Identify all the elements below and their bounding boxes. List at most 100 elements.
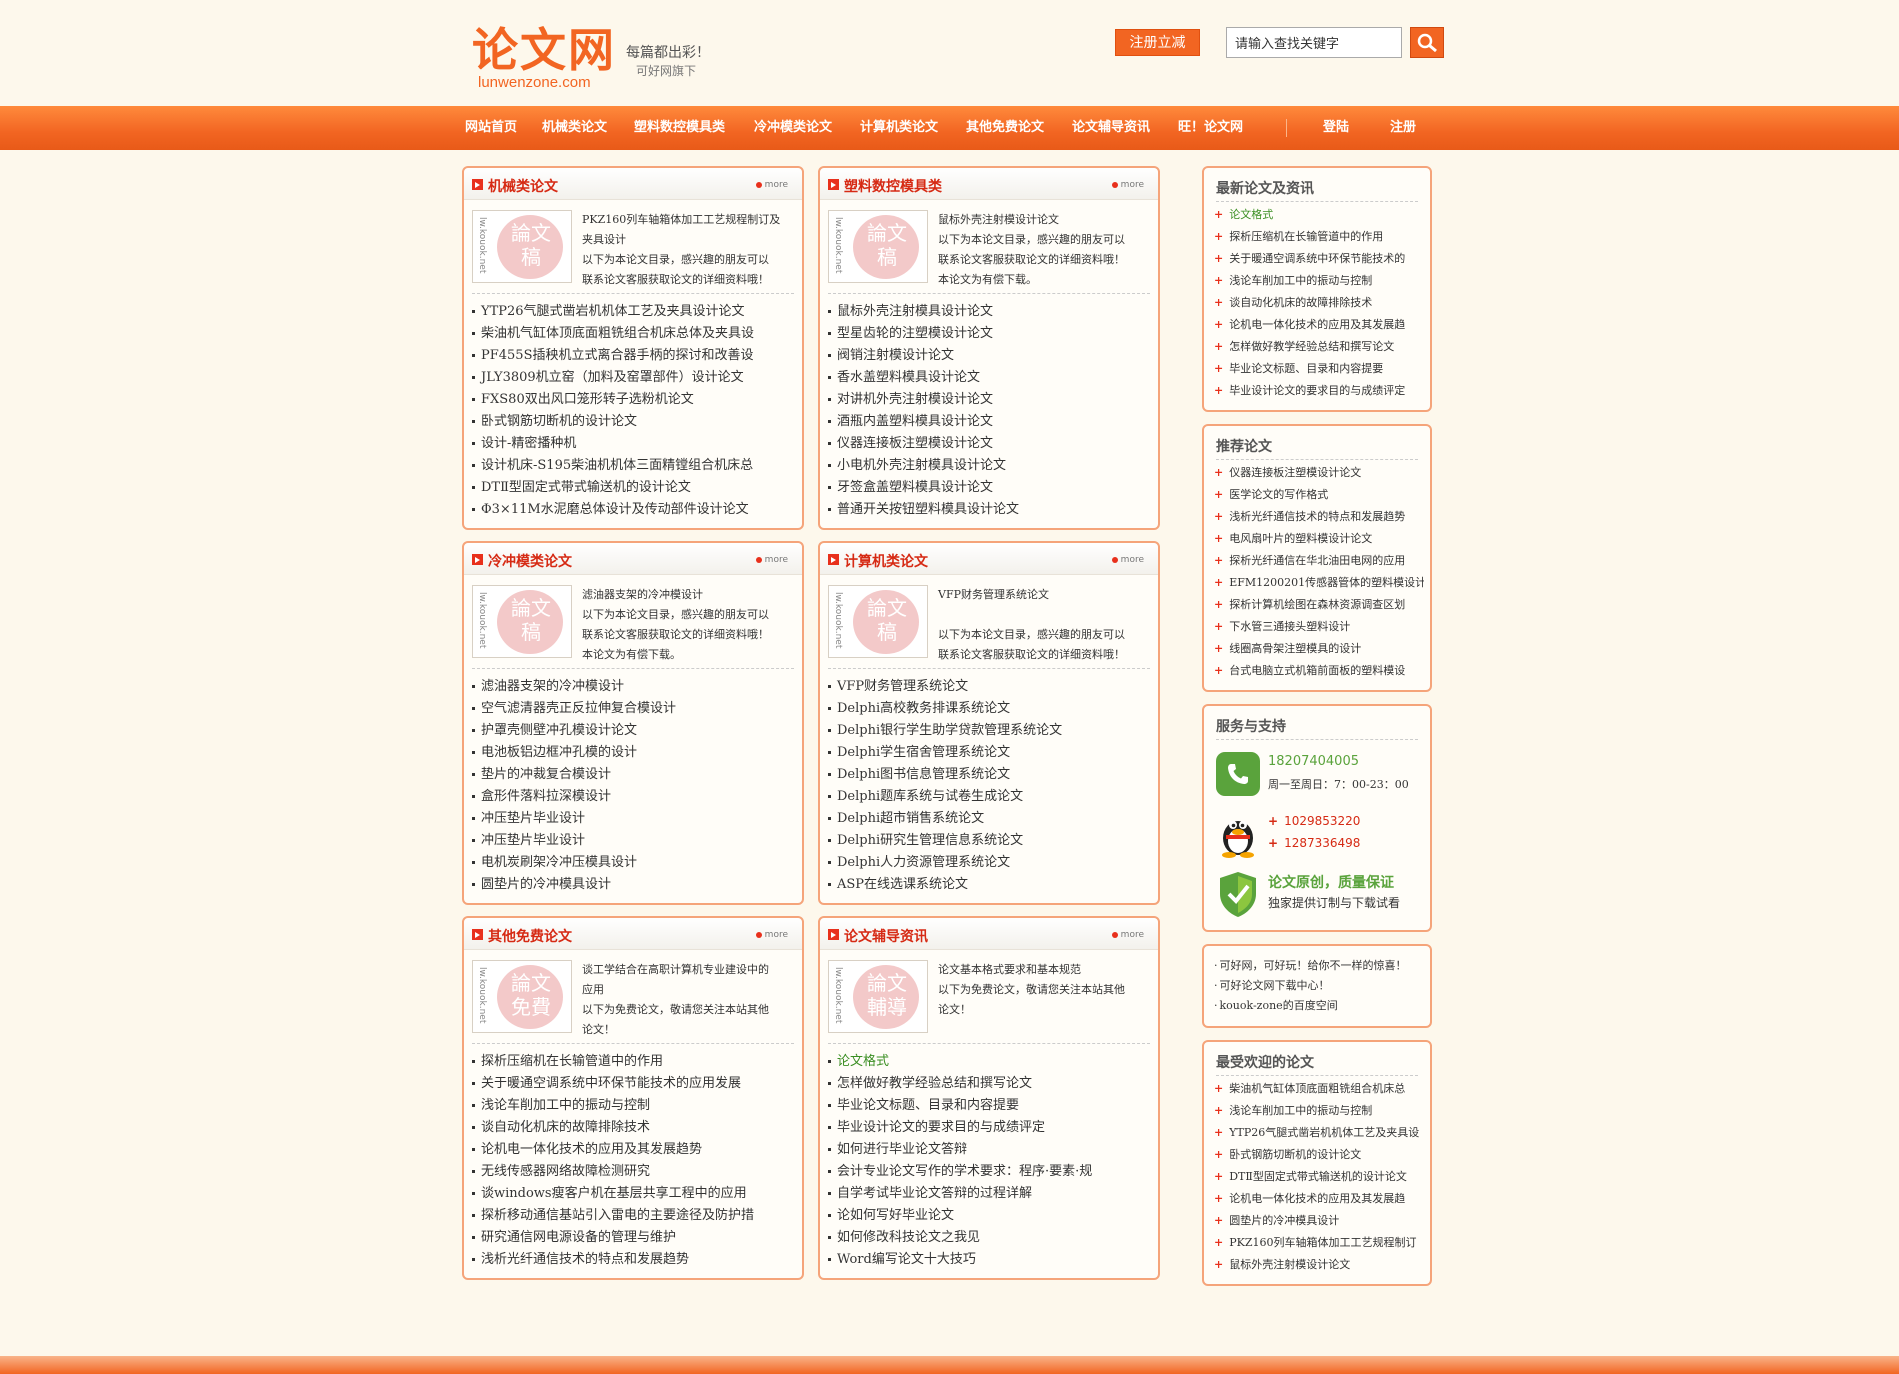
list-item[interactable]: 空气滤清器壳正反拉伸复合模设计 bbox=[472, 698, 798, 720]
list-item[interactable]: 型星齿轮的注塑模设计论文 bbox=[828, 323, 1154, 345]
link-item[interactable]: kouok-zone的百度空间 bbox=[1214, 996, 1407, 1016]
list-item[interactable]: 电机炭刷架冷冲压模具设计 bbox=[472, 852, 798, 874]
list-item[interactable]: 鼠标外壳注射模具设计论文 bbox=[828, 301, 1154, 323]
section-title[interactable]: 其他免费论文 bbox=[488, 926, 572, 946]
section-title[interactable]: 冷冲模类论文 bbox=[488, 551, 572, 571]
link-item[interactable]: 可好论文网下载中心！ bbox=[1214, 976, 1407, 996]
nav-plastic-mold[interactable]: 塑料数控模具类 bbox=[634, 106, 725, 150]
site-logo[interactable]: 论文网 lunwenzone.com bbox=[470, 24, 620, 92]
list-item[interactable]: 酒瓶内盖塑料模具设计论文 bbox=[828, 411, 1154, 433]
list-item[interactable]: PF455S插秧机立式离合器手柄的探讨和改善设 bbox=[472, 345, 798, 367]
more-link[interactable]: more bbox=[756, 180, 788, 190]
list-item[interactable]: 论如何写好毕业论文 bbox=[828, 1205, 1154, 1227]
search-input[interactable] bbox=[1226, 27, 1402, 58]
list-item[interactable]: Delphi图书信息管理系统论文 bbox=[828, 764, 1154, 786]
list-item[interactable]: YTP26气腿式凿岩机机体工艺及夹具设 bbox=[1214, 1122, 1424, 1144]
list-item[interactable]: 冲压垫片毕业设计 bbox=[472, 808, 798, 830]
list-item[interactable]: Delphi人力资源管理系统论文 bbox=[828, 852, 1154, 874]
list-item[interactable]: FXS80双出风口笼形转子选粉机论文 bbox=[472, 389, 798, 411]
list-item[interactable]: 怎样做好教学经验总结和撰写论文 bbox=[1214, 336, 1424, 358]
link-item[interactable]: 可好网，可好玩！给你不一样的惊喜！ bbox=[1214, 956, 1407, 976]
list-item[interactable]: 关于暖通空调系统中环保节能技术的应用发展 bbox=[472, 1073, 798, 1095]
nav-home[interactable]: 网站首页 bbox=[465, 106, 517, 150]
list-item[interactable]: 浅论车削加工中的振动与控制 bbox=[472, 1095, 798, 1117]
list-item[interactable]: DTⅡ型固定式带式输送机的设计论文 bbox=[472, 477, 798, 499]
qq-number-1[interactable]: 1029853220 bbox=[1268, 814, 1360, 828]
list-item[interactable]: 医学论文的写作格式 bbox=[1214, 484, 1424, 506]
list-item[interactable]: 香水盖塑料模具设计论文 bbox=[828, 367, 1154, 389]
more-link[interactable]: more bbox=[756, 930, 788, 940]
list-item[interactable]: Word编写论文十大技巧 bbox=[828, 1249, 1154, 1271]
more-link[interactable]: more bbox=[756, 555, 788, 565]
list-item[interactable]: 下水管三通接头塑料设计 bbox=[1214, 616, 1424, 638]
list-item[interactable]: 线圈高骨架注塑模具的设计 bbox=[1214, 638, 1424, 660]
list-item[interactable]: 普通开关按钮塑料模具设计论文 bbox=[828, 499, 1154, 521]
list-item[interactable]: 垫片的冲裁复合模设计 bbox=[472, 764, 798, 786]
list-item[interactable]: 无线传感器网络故障检测研究 bbox=[472, 1161, 798, 1183]
register-button[interactable]: 注册立减 bbox=[1115, 29, 1200, 56]
list-item[interactable]: 谈自动化机床的故障排除技术 bbox=[472, 1117, 798, 1139]
list-item[interactable]: 牙签盒盖塑料模具设计论文 bbox=[828, 477, 1154, 499]
list-item[interactable]: 探析压缩机在长输管道中的作用 bbox=[472, 1051, 798, 1073]
list-item[interactable]: 探析光纤通信在华北油田电网的应用 bbox=[1214, 550, 1424, 572]
section-title[interactable]: 机械类论文 bbox=[488, 176, 558, 196]
list-item[interactable]: 电池板铝边框冲孔模的设计 bbox=[472, 742, 798, 764]
thumbnail[interactable]: 論文稿 lw.kouok.net bbox=[472, 585, 572, 658]
list-item[interactable]: 柴油机气缸体顶底面粗铣组合机床总体及夹具设 bbox=[472, 323, 798, 345]
list-item[interactable]: 盒形件落料拉深模设计 bbox=[472, 786, 798, 808]
section-title[interactable]: 塑料数控模具类 bbox=[844, 176, 942, 196]
list-item[interactable]: 浅论车削加工中的振动与控制 bbox=[1214, 270, 1424, 292]
list-item[interactable]: YTP26气腿式凿岩机机体工艺及夹具设计论文 bbox=[472, 301, 798, 323]
list-item[interactable]: 怎样做好教学经验总结和撰写论文 bbox=[828, 1073, 1154, 1095]
nav-computer[interactable]: 计算机类论文 bbox=[860, 106, 938, 150]
list-item[interactable]: 滤油器支架的冷冲模设计 bbox=[472, 676, 798, 698]
list-item[interactable]: JLY3809机立窑（加料及窑罩部件）设计论文 bbox=[472, 367, 798, 389]
thumbnail[interactable]: 論文稿 lw.kouok.net bbox=[472, 210, 572, 283]
list-item[interactable]: 毕业设计论文的要求目的与成绩评定 bbox=[1214, 380, 1424, 402]
list-item[interactable]: 研究通信网电源设备的管理与维护 bbox=[472, 1227, 798, 1249]
list-item[interactable]: 探析移动通信基站引入雷电的主要途径及防护措 bbox=[472, 1205, 798, 1227]
list-item[interactable]: 探析压缩机在长输管道中的作用 bbox=[1214, 226, 1424, 248]
search-button[interactable] bbox=[1410, 27, 1444, 58]
list-item[interactable]: 小电机外壳注射模具设计论文 bbox=[828, 455, 1154, 477]
list-item[interactable]: Delphi高校教务排课系统论文 bbox=[828, 698, 1154, 720]
list-item[interactable]: 圆垫片的冷冲模具设计 bbox=[472, 874, 798, 896]
list-item[interactable]: VFP财务管理系统论文 bbox=[828, 676, 1154, 698]
more-link[interactable]: more bbox=[1112, 930, 1144, 940]
list-item[interactable]: 电风扇叶片的塑料模设计论文 bbox=[1214, 528, 1424, 550]
nav-stamping[interactable]: 冷冲模类论文 bbox=[754, 106, 832, 150]
list-item[interactable]: 如何进行毕业论文答辩 bbox=[828, 1139, 1154, 1161]
list-item[interactable]: 台式电脑立式机箱前面板的塑料模设 bbox=[1214, 660, 1424, 682]
list-item[interactable]: Φ3×11M水泥磨总体设计及传动部件设计论文 bbox=[472, 499, 798, 521]
thumbnail[interactable]: 論文免費 lw.kouok.net bbox=[472, 960, 572, 1033]
list-item[interactable]: 如何修改科技论文之我见 bbox=[828, 1227, 1154, 1249]
list-item[interactable]: 论文格式 bbox=[828, 1051, 1154, 1073]
thumbnail[interactable]: 論文輔導 lw.kouok.net bbox=[828, 960, 928, 1033]
thumbnail[interactable]: 論文稿 lw.kouok.net bbox=[828, 585, 928, 658]
list-item[interactable]: Delphi学生宿舍管理系统论文 bbox=[828, 742, 1154, 764]
nav-mechanical[interactable]: 机械类论文 bbox=[542, 106, 607, 150]
list-item[interactable]: Delphi超市销售系统论文 bbox=[828, 808, 1154, 830]
list-item[interactable]: 毕业论文标题、目录和内容提要 bbox=[828, 1095, 1154, 1117]
list-item[interactable]: EFM1200201传感器管体的塑料模设计 bbox=[1214, 572, 1424, 594]
qq-number-2[interactable]: 1287336498 bbox=[1268, 836, 1360, 850]
more-link[interactable]: more bbox=[1112, 180, 1144, 190]
list-item[interactable]: 圆垫片的冷冲模具设计 bbox=[1214, 1210, 1424, 1232]
desc-line[interactable]: 鼠标外壳注射模设计论文 bbox=[938, 210, 1148, 230]
more-link[interactable]: more bbox=[1112, 555, 1144, 565]
nav-guidance[interactable]: 论文辅导资讯 bbox=[1072, 106, 1150, 150]
list-item[interactable]: 自学考试毕业论文答辩的过程详解 bbox=[828, 1183, 1154, 1205]
thumbnail[interactable]: 論文稿 lw.kouok.net bbox=[828, 210, 928, 283]
list-item[interactable]: 设计-精密播种机 bbox=[472, 433, 798, 455]
list-item[interactable]: 仪器连接板注塑模设计论文 bbox=[1214, 462, 1424, 484]
list-item[interactable]: 谈windows瘦客户机在基层共享工程中的应用 bbox=[472, 1183, 798, 1205]
list-item[interactable]: Delphi银行学生助学贷款管理系统论文 bbox=[828, 720, 1154, 742]
nav-login[interactable]: 登陆 bbox=[1323, 106, 1349, 150]
list-item[interactable]: 仪器连接板注塑模设计论文 bbox=[828, 433, 1154, 455]
list-item[interactable]: 毕业论文标题、目录和内容提要 bbox=[1214, 358, 1424, 380]
list-item[interactable]: 浅论车削加工中的振动与控制 bbox=[1214, 1100, 1424, 1122]
list-item[interactable]: 谈自动化机床的故障排除技术 bbox=[1214, 292, 1424, 314]
list-item[interactable]: 对讲机外壳注射模设计论文 bbox=[828, 389, 1154, 411]
list-item[interactable]: 冲压垫片毕业设计 bbox=[472, 830, 798, 852]
nav-register[interactable]: 注册 bbox=[1390, 106, 1416, 150]
